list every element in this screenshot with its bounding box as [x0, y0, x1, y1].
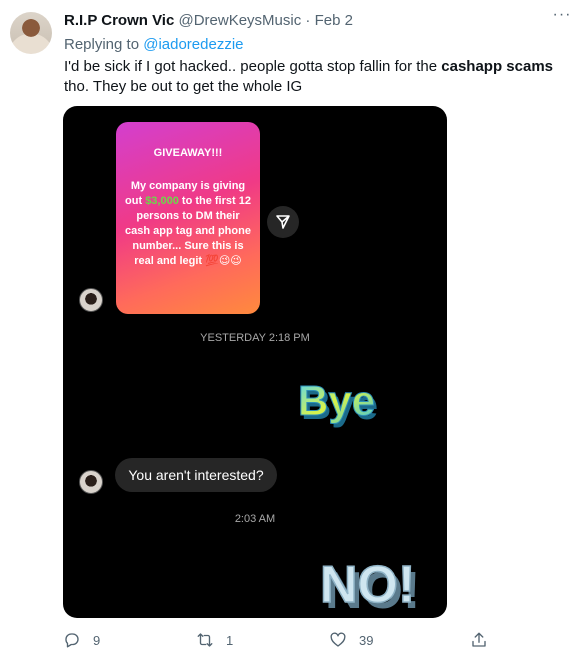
message-bubble: You aren't interested? — [115, 458, 277, 492]
replying-to: Replying to @iadoredezzie — [64, 36, 244, 53]
more-options-icon[interactable]: ··· — [550, 6, 574, 30]
story-body: My company is giving out $3,000 to the f… — [124, 179, 252, 269]
retweet-count: 1 — [226, 632, 234, 648]
bye-sticker: Bye Bye — [298, 377, 379, 429]
tweet-text-bold: cashapp scams — [441, 58, 553, 75]
retweet-icon — [197, 633, 213, 647]
timestamp-yesterday: YESTERDAY 2:18 PM — [200, 332, 310, 344]
no-sticker-text: NO! — [320, 556, 415, 614]
upload-icon — [472, 632, 486, 647]
sender-avatar — [79, 470, 103, 494]
tweet-text-part1: I'd be sick if I got hacked.. people got… — [64, 58, 442, 75]
replying-to-link[interactable]: @iadoredezzie — [143, 36, 243, 53]
replying-prefix: Replying to — [64, 36, 144, 53]
retweet-button[interactable]: 1 — [196, 628, 233, 652]
story-amount: $3,000 — [145, 195, 179, 207]
tweet-date[interactable]: Feb 2 — [315, 12, 353, 29]
story-reply-card: GIVEAWAY!!! My company is giving out $3,… — [116, 122, 260, 314]
reply-button[interactable]: 9 — [63, 628, 100, 652]
story-emoji: 💯😉😉 — [205, 255, 242, 267]
like-button[interactable]: 39 — [329, 628, 373, 652]
reply-count: 9 — [93, 632, 101, 648]
story-title: GIVEAWAY!!! — [153, 147, 223, 159]
like-count: 39 — [359, 632, 374, 648]
author-name[interactable]: R.I.P Crown Vic — [64, 12, 174, 29]
share-button[interactable] — [470, 628, 488, 652]
tweet-actions: 9 1 39 — [0, 628, 582, 652]
share-icon[interactable] — [267, 206, 299, 238]
no-sticker: NO! NO! — [319, 555, 420, 618]
tweet-text-part2: tho. They be out to get the whole IG — [64, 78, 303, 95]
tweet-text: I'd be sick if I got hacked.. people got… — [64, 57, 559, 97]
reply-icon — [65, 633, 79, 648]
tweet-media-image[interactable]: GIVEAWAY!!! My company is giving out $3,… — [63, 106, 447, 618]
timestamp-message: 2:03 AM — [234, 513, 276, 525]
separator-dot: · — [305, 12, 311, 29]
author-handle[interactable]: @DrewKeysMusic — [178, 12, 301, 29]
heart-icon — [330, 632, 346, 647]
sender-avatar — [79, 288, 103, 312]
bye-sticker-text: Bye — [298, 377, 375, 424]
author-avatar[interactable] — [10, 12, 52, 54]
tweet-header: R.I.P Crown Vic @DrewKeysMusic · Feb 2 — [64, 12, 353, 30]
